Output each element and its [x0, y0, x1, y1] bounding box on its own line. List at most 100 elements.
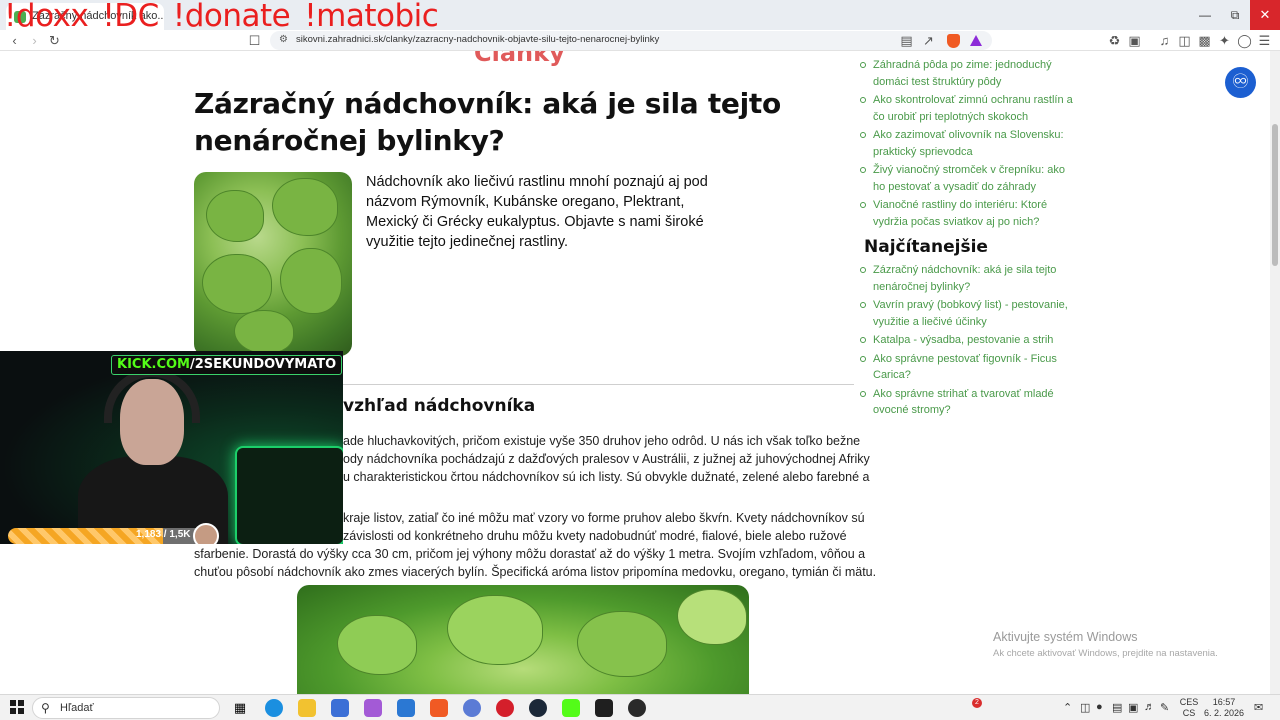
windows-activation-title: Aktivujte systém Windows	[993, 630, 1138, 644]
volume-icon[interactable]: ♬	[1144, 701, 1155, 713]
screen: Zázračný nádchovník ako... — ⧉ ✕ !doxx !D…	[0, 0, 1280, 720]
close-window-button[interactable]: ✕	[1250, 0, 1280, 30]
sidebar-article-link[interactable]: Ako zazimovať olivovník na Slovensku: pr…	[858, 127, 1073, 160]
tray-display-icon[interactable]: ▣	[1128, 701, 1138, 714]
clock[interactable]: 16:57 6. 2. 2026	[1200, 697, 1248, 719]
paragraph-line: ade hluchavkovitých, pričom existuje vyš…	[343, 434, 861, 448]
reader-mode-icon[interactable]: ▤	[898, 32, 915, 49]
sidebar-article-link[interactable]: Ako skontrolovať zimnú ochranu rastlín a…	[858, 92, 1073, 125]
pc-case-image	[235, 446, 343, 544]
clock-time: 16:57	[1212, 697, 1236, 707]
most-read-link[interactable]: Ako správne strihať a tvarovať mladé ovo…	[858, 386, 1073, 419]
paragraph-line: kraje listov, zatiaľ čo iné môžu mať vzo…	[343, 511, 865, 525]
steam-icon[interactable]	[529, 699, 547, 717]
section-heading[interactable]: Články	[474, 51, 565, 67]
most-read-list: Zázračný nádchovník: aká je sila tejto n…	[858, 262, 1073, 421]
most-read-link[interactable]: Katalpa - výsadba, pestovanie a strih	[858, 332, 1073, 349]
section-subheading: vzhľad nádchovníka	[343, 396, 536, 416]
paragraph-line: u charakteristickou črtou nádchovníkov s…	[343, 470, 870, 484]
sidebar-toggle-icon[interactable]: ◫	[1176, 32, 1193, 49]
paragraph-line: ody nádchovníka pochádzajú z dažďových p…	[343, 452, 870, 466]
share-icon[interactable]: ↗	[920, 32, 937, 49]
most-read-link[interactable]: Ako správne pestovať figovník - Ficus Ca…	[858, 351, 1073, 384]
kick-channel: /2SEKUNDOVYMATO	[190, 357, 337, 372]
url-text[interactable]: sikovni.zahradnici.sk/clanky/zazracny-na…	[296, 34, 659, 45]
windows-taskbar: ⚲ Hľadať ▦ 2 ⌃ ◫ ● ▤ ▣ ♬ ✎ CES CS 16:57 …	[0, 694, 1280, 720]
most-read-link[interactable]: Vavrín pravý (bobkový list) - pestovanie…	[858, 297, 1073, 330]
command-matobic: !matobic	[304, 0, 439, 34]
menu-icon[interactable]: ☰	[1256, 32, 1273, 49]
paragraph-line: chuťou pôsobí nádchovník ako zmes viacer…	[194, 565, 877, 579]
copilot-icon[interactable]	[364, 699, 382, 717]
streamer-webcam: KICK.COM/2SEKUNDOVYMATO 1,183 / 1,5K	[0, 351, 343, 544]
vpn-icon[interactable]: ◯	[1236, 32, 1253, 49]
scrollbar-thumb[interactable]	[1272, 124, 1278, 266]
command-donate: !donate	[172, 0, 291, 34]
store-icon[interactable]	[331, 699, 349, 717]
most-read-link[interactable]: Zázračný nádchovník: aká je sila tejto n…	[858, 262, 1073, 295]
site-info-icon[interactable]: ⚙	[279, 34, 288, 45]
back-icon[interactable]: ‹	[6, 32, 23, 49]
notification-badge: 2	[972, 698, 982, 708]
tray-pen-icon[interactable]: ✎	[1160, 701, 1169, 714]
tray-chevron-icon[interactable]: ⌃	[1063, 701, 1072, 714]
command-doxx: !doxx	[4, 0, 89, 34]
media-icon[interactable]: ♫	[1156, 32, 1173, 49]
extensions-icon[interactable]: ♻	[1106, 32, 1123, 49]
opera-icon[interactable]	[496, 699, 514, 717]
article-intro: Nádchovník ako liečivú rastlinu mnohí po…	[366, 174, 708, 250]
minimize-icon[interactable]: —	[1190, 0, 1220, 30]
wallet-ext-icon[interactable]: ▩	[1196, 32, 1213, 49]
microphone-icon[interactable]: ●	[1096, 701, 1103, 713]
accessibility-icon[interactable]: ♾	[1225, 67, 1256, 98]
app-icon[interactable]	[463, 699, 481, 717]
reload-icon[interactable]: ↻	[46, 32, 63, 49]
sidebar-article-link[interactable]: Vianočné rastliny do interiéru: Ktoré vy…	[858, 197, 1073, 230]
brave-rewards-icon[interactable]	[970, 35, 982, 46]
mail-icon[interactable]	[397, 699, 415, 717]
paragraph-line: závislosti od konkrétneho druhu môžu kve…	[343, 529, 847, 543]
taskbar-search-placeholder: Hľadať	[60, 702, 94, 714]
language-indicator[interactable]: CES CS	[1178, 697, 1200, 719]
kick-icon[interactable]	[562, 699, 580, 717]
file-explorer-icon[interactable]	[298, 699, 316, 717]
brave-taskbar-icon[interactable]	[430, 699, 448, 717]
keyboard-layout: CS	[1182, 708, 1196, 718]
hero-plant-image	[194, 172, 352, 356]
restore-icon[interactable]: ⧉	[1220, 0, 1250, 30]
tray-network-icon[interactable]: ▤	[1112, 701, 1122, 714]
kick-prefix: KICK.COM	[117, 357, 190, 372]
sidebar-article-link[interactable]: Živý vianočný stromček v črepníku: ako h…	[858, 162, 1073, 195]
windows-start-icon[interactable]	[10, 700, 24, 714]
stream-command-overlay: !doxx !DC !donate !matobic	[4, 0, 452, 34]
task-view-icon[interactable]: ▦	[231, 699, 249, 717]
headset-icon	[104, 369, 200, 423]
brave-shields-icon[interactable]	[947, 34, 960, 48]
obs-like-icon[interactable]	[595, 699, 613, 717]
search-icon: ⚲	[41, 701, 50, 715]
forward-icon[interactable]: ›	[26, 32, 43, 49]
most-read-heading: Najčítanejšie	[864, 237, 988, 257]
sidebar-article-link[interactable]: Záhradná pôda po zime: jednoduchý domáci…	[858, 57, 1073, 90]
ai-assistant-icon[interactable]: ✦	[1216, 32, 1233, 49]
streamer-avatar	[193, 523, 219, 544]
follower-goal-label: 1,183 / 1,5K	[136, 529, 191, 540]
windows-activation-hint: Ak chcete aktivovať Windows, prejdite na…	[993, 648, 1218, 659]
obs-icon[interactable]	[628, 699, 646, 717]
kick-channel-badge: KICK.COM/2SEKUNDOVYMATO	[111, 355, 343, 375]
wallet-icon[interactable]: ▣	[1126, 32, 1143, 49]
page-scrollbar[interactable]	[1270, 51, 1280, 694]
command-dc: !DC	[102, 0, 159, 34]
notifications-icon[interactable]: ✉	[1254, 701, 1263, 714]
edge-icon[interactable]	[265, 699, 283, 717]
clock-date: 6. 2. 2026	[1203, 708, 1245, 718]
article-title: Zázračný nádchovník: aká je sila tejto n…	[194, 87, 781, 157]
article-plant-image	[297, 585, 749, 694]
latest-articles-list: Záhradná pôda po zime: jednoduchý domáci…	[858, 57, 1073, 232]
bookmark-icon[interactable]: ☐	[246, 32, 263, 49]
tray-app-icon[interactable]: ◫	[1080, 701, 1090, 714]
taskbar-search[interactable]: ⚲ Hľadať	[32, 697, 220, 719]
follower-goal-bar: 1,183 / 1,5K	[8, 528, 204, 544]
paragraph-line: sfarbenie. Dorastá do výšky cca 30 cm, p…	[194, 547, 866, 561]
language-code: CES	[1179, 697, 1199, 707]
